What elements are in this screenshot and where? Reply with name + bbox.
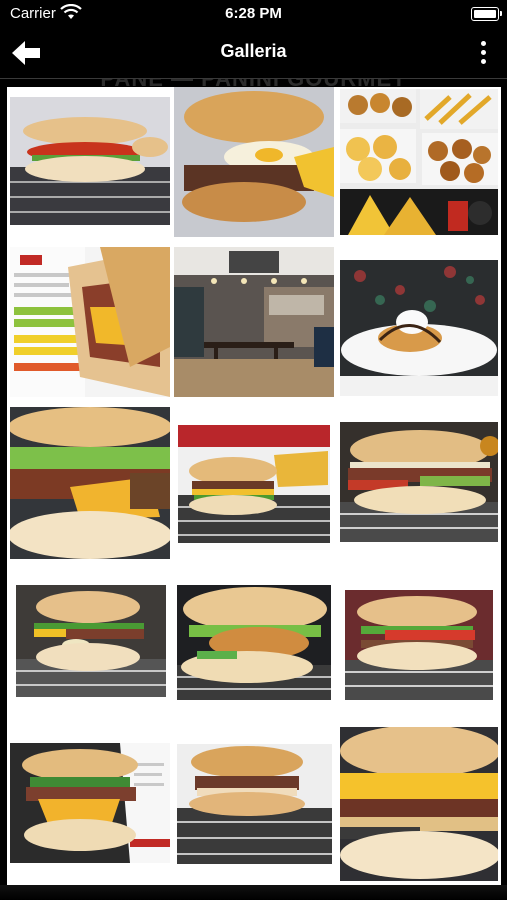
gallery-image-7[interactable] xyxy=(10,407,170,559)
page-title: Galleria xyxy=(220,41,287,61)
gallery-image-2[interactable] xyxy=(174,87,334,237)
bottom-edge xyxy=(0,885,507,900)
gallery-image-5[interactable] xyxy=(174,247,334,397)
gallery-content[interactable]: PANE — PANINI GOURMET xyxy=(0,79,507,900)
gallery-image-1[interactable] xyxy=(10,97,170,225)
clock: 6:28 PM xyxy=(225,5,282,22)
gallery-image-6[interactable] xyxy=(340,260,498,396)
gallery-image-4[interactable] xyxy=(10,247,170,397)
gallery-image-3[interactable] xyxy=(340,89,498,235)
gallery-image-15[interactable] xyxy=(340,727,498,881)
gallery-image-13[interactable] xyxy=(10,743,170,863)
gallery-image-14[interactable] xyxy=(177,744,332,864)
battery-icon xyxy=(471,7,502,21)
gallery-image-11[interactable] xyxy=(177,585,331,700)
gallery-image-10[interactable] xyxy=(16,585,166,697)
nav-bar: Galleria xyxy=(0,28,507,78)
gallery-grid xyxy=(7,87,501,900)
gallery-image-9[interactable] xyxy=(340,422,498,542)
gallery-image-12[interactable] xyxy=(345,590,493,700)
status-bar: Carrier 6:28 PM xyxy=(0,0,507,28)
gallery-image-8[interactable] xyxy=(178,425,330,543)
more-options-icon[interactable] xyxy=(479,41,487,65)
